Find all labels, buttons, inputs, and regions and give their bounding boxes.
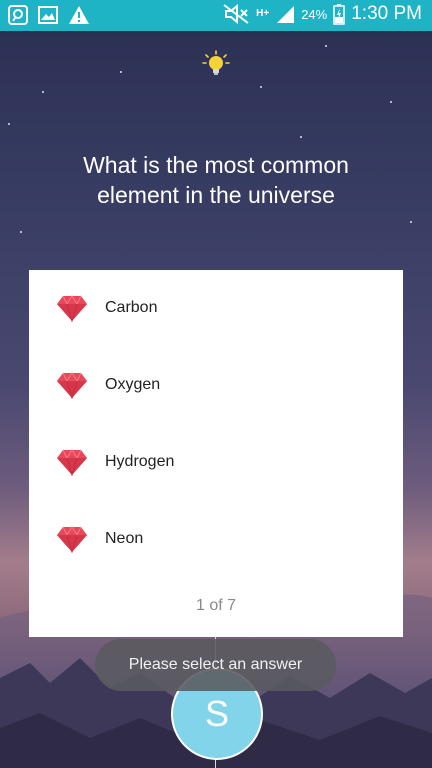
gem-icon bbox=[57, 449, 87, 476]
answer-option[interactable]: Hydrogen bbox=[29, 432, 403, 492]
mute-icon bbox=[223, 3, 249, 25]
answer-option[interactable]: Neon bbox=[29, 509, 403, 569]
star bbox=[20, 231, 22, 233]
answer-card: Carbon Oxygen Hydrogen Neon 1 of 7 bbox=[29, 270, 403, 637]
toast-message: Please select an answer bbox=[95, 639, 336, 691]
star bbox=[8, 123, 10, 125]
answer-label: Hydrogen bbox=[105, 453, 175, 470]
star bbox=[42, 91, 44, 93]
answer-option[interactable]: Carbon bbox=[29, 278, 403, 338]
star bbox=[260, 86, 262, 88]
image-icon bbox=[38, 6, 58, 24]
star bbox=[390, 101, 392, 103]
answer-label: Neon bbox=[105, 530, 144, 547]
star bbox=[325, 45, 327, 47]
warning-icon bbox=[69, 6, 89, 24]
battery-charging-icon bbox=[333, 4, 345, 25]
star bbox=[300, 136, 302, 138]
question-counter: 1 of 7 bbox=[195, 597, 237, 614]
lightbulb-icon[interactable] bbox=[202, 50, 230, 78]
answer-label: Oxygen bbox=[105, 376, 161, 393]
signal-icon bbox=[277, 6, 295, 23]
clock: 1:30 PM bbox=[351, 3, 422, 24]
answer-label: Carbon bbox=[105, 299, 158, 316]
toast-text: Please select an answer bbox=[128, 656, 303, 673]
circle-app-icon bbox=[8, 5, 28, 25]
network-type: H+ bbox=[256, 8, 270, 19]
gem-icon bbox=[57, 372, 87, 399]
question-text: What is the most common element in the u… bbox=[83, 152, 349, 208]
status-bar: H+ 24% 1:30 PM bbox=[0, 0, 432, 31]
system-icons: H+ 24% 1:30 PM bbox=[222, 3, 422, 25]
avatar-initial: S bbox=[204, 693, 229, 734]
gem-icon bbox=[57, 295, 87, 322]
battery-percent: 24% bbox=[301, 6, 328, 22]
notification-icons bbox=[8, 5, 90, 25]
star bbox=[410, 221, 412, 223]
star bbox=[120, 71, 122, 73]
answer-option[interactable]: Oxygen bbox=[29, 355, 403, 415]
gem-icon bbox=[57, 526, 87, 553]
